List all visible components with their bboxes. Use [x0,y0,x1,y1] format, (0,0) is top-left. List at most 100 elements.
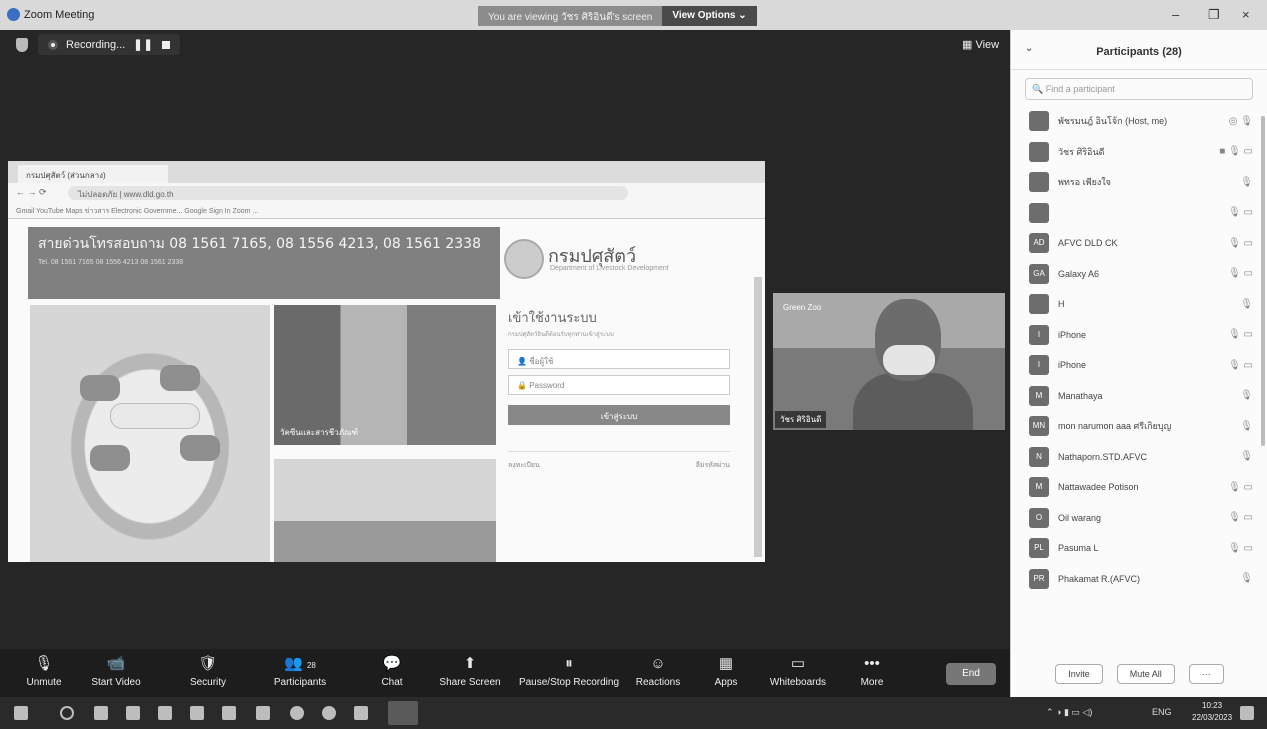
close-button[interactable]: × [1242,7,1250,22]
chat-button[interactable]: 💬 Chat [352,653,432,688]
participant-row[interactable]: PL Pasuma L 🎙 ▭ [1011,533,1267,564]
end-meeting-button[interactable]: End [946,663,996,685]
forgot-password-link[interactable]: ลืมรหัสผ่าน [696,460,730,471]
security-shield-icon[interactable] [16,37,28,52]
unmute-button[interactable]: 🎙 Unmute [4,653,84,688]
search-placeholder: Find a participant [1045,84,1115,94]
recording-label: Recording... [66,38,126,51]
whiteboards-label: Whiteboards [769,677,827,688]
avatar: O [1029,507,1049,528]
more-options-button[interactable]: ··· [1188,664,1224,684]
search-icon[interactable] [60,706,74,720]
zoom-taskbar-icon[interactable] [388,701,418,725]
participants-header: ⌄ Participants (28) [1011,30,1267,70]
participant-row[interactable]: IiPhone 🎙 ▭ [1011,350,1267,381]
system-clock[interactable]: 10:23 22/03/2023 [1192,700,1232,724]
recording-dot-icon [48,39,58,50]
password-placeholder: Password [529,381,565,390]
share-screen-icon: ⬆ [463,655,477,672]
chat-icon: 💬 [382,655,402,672]
collapse-chevron-icon[interactable]: ⌄ [1025,43,1033,54]
notifications-icon[interactable] [1240,706,1254,720]
start-video-button[interactable]: 📹 Start Video [76,653,156,688]
restore-button[interactable]: ❐ [1208,7,1220,23]
participants-button[interactable]: 👥 28 Participants [260,653,340,688]
participant-row[interactable]: MN mon narumon aaa ศรีเกิยบุญ 🎙 [1011,411,1267,442]
language-indicator[interactable]: ENG [1152,707,1172,717]
participants-footer: Invite Mute All ··· [1011,664,1267,696]
participant-row[interactable]: IiPhone 🎙 ▭ [1011,320,1267,351]
pause-stop-recording-label: Pause/Stop Recording [518,677,620,688]
whiteboards-button[interactable]: ▭ Whiteboards [758,653,838,688]
windows-start-icon[interactable] [14,706,28,720]
back-forward-icon: ← → ⟳ [16,187,47,197]
participant-row[interactable]: พทรอ เพียงใจ 🎙 [1011,167,1267,198]
word-icon[interactable] [158,706,172,720]
powerpoint-icon[interactable] [190,706,204,720]
participant-search-input[interactable]: 🔍 Find a participant [1025,78,1253,100]
start-video-label: Start Video [91,677,141,688]
participants-panel: ⌄ Participants (28) 🔍 Find a participant… [1010,30,1267,697]
participant-status-icons: ◎ 🎙 [1228,115,1253,127]
chrome-icon[interactable] [290,706,304,720]
browser-tab-bar: กรมปศุสัตว์ (ส่วนกลาง) [8,161,765,183]
apps-button[interactable]: ▦ Apps [686,653,766,688]
register-link[interactable]: ลงทะเบียน [508,460,540,471]
stop-recording-icon[interactable] [161,40,170,49]
meeting-toolbar: 🎙 Unmute 📹 Start Video 🛡 Security 👥 28 Parti… [0,649,1010,697]
task-view-icon[interactable] [94,706,108,720]
more-button[interactable]: ••• More [832,653,912,688]
view-options-button[interactable]: View Options ⌄ [662,6,757,26]
security-button[interactable]: 🛡 Security [168,653,248,688]
dog-treats-photo [30,305,270,562]
invite-button[interactable]: Invite [1055,664,1103,684]
share-screen-label: Share Screen [439,677,501,688]
pause-stop-recording-button[interactable]: ⏸ Pause/Stop Recording [513,653,625,688]
participant-row[interactable]: GA Galaxy A6 🎙 ▭ [1011,259,1267,290]
recording-indicator: Recording... ❚❚ [38,34,180,55]
photos-icon[interactable] [256,706,270,720]
participant-row[interactable]: PR Phakamat R.(AFVC) 🎙 [1011,564,1267,595]
share-screen-button[interactable]: ⬆ Share Screen [430,653,510,688]
participant-name: mon narumon aaa ศรีเกิยบุญ [1058,421,1172,432]
zoom-logo-icon [7,8,20,21]
participant-row[interactable]: 🎙 ▭ [1011,198,1267,229]
tray-icons[interactable]: ⌃ ◑ ▮ ▭ ◁) [1046,707,1092,718]
participant-row[interactable]: H 🎙 [1011,289,1267,320]
page-scrollbar[interactable] [754,277,762,557]
hotline-text: สายด่วนโทรสอบถาม 08 1561 7165, 08 1556 4… [38,236,481,252]
view-button[interactable]: ▦ View [962,38,999,51]
participant-row[interactable]: M Nattawadee Potison 🎙 ▭ [1011,472,1267,503]
browser-address-bar: ← → ⟳ ไม่ปลอดภัย | www.dld.go.th [8,183,765,203]
dld-logo-icon [504,239,544,279]
viewing-message: You are viewing วัชร ศิริอินดี's screen [478,6,663,26]
participant-status-icons: 🎙 [1240,451,1253,463]
video-name-label: วัชร ศิริอินดี [775,411,827,428]
excel-icon[interactable] [222,706,236,720]
title-bar: Zoom Meeting You are viewing วัชร ศิริอิ… [0,0,1267,30]
participant-name: Pasuma L [1058,543,1099,554]
avatar: AD [1029,233,1049,254]
participant-status-icons: 🎙 ▭ [1228,512,1253,524]
participant-video-tile[interactable]: Green Zoo วัชร ศิริอินดี [773,293,1005,430]
participant-row[interactable]: N Nathaporn.STD.AFVC 🎙 [1011,442,1267,473]
participant-row[interactable]: M Manathaya 🎙 [1011,381,1267,412]
username-field[interactable]: 👤 ชื่อผู้ใช้ [508,349,730,369]
pause-recording-icon[interactable]: ❚❚ [133,38,153,51]
login-button[interactable]: เข้าสู่ระบบ [508,405,730,425]
participant-row[interactable]: วัชร ศิริอินดี ■ 🎙 ▭ [1011,137,1267,168]
edge-icon[interactable] [126,706,140,720]
password-field[interactable]: 🔒 Password [508,375,730,395]
file-explorer-icon[interactable] [354,706,368,720]
participants-scrollbar[interactable] [1261,116,1265,446]
participants-title: Participants (28) [1096,46,1182,58]
mute-all-button[interactable]: Mute All [1116,664,1175,684]
minimize-button[interactable]: – [1172,7,1179,22]
participant-row[interactable]: O Oil warang 🎙 ▭ [1011,503,1267,534]
participant-row[interactable]: AD AFVC DLD CK 🎙 ▭ [1011,228,1267,259]
browser-tab[interactable]: กรมปศุสัตว์ (ส่วนกลาง) [18,165,168,183]
participant-row[interactable]: พัชรมนฎ์ อินโจ้ก (Host, me) ◎ 🎙 [1011,106,1267,137]
view-options-label: View Options [672,10,736,21]
recording-bar: Recording... ❚❚ [16,34,180,55]
line-icon[interactable] [322,706,336,720]
